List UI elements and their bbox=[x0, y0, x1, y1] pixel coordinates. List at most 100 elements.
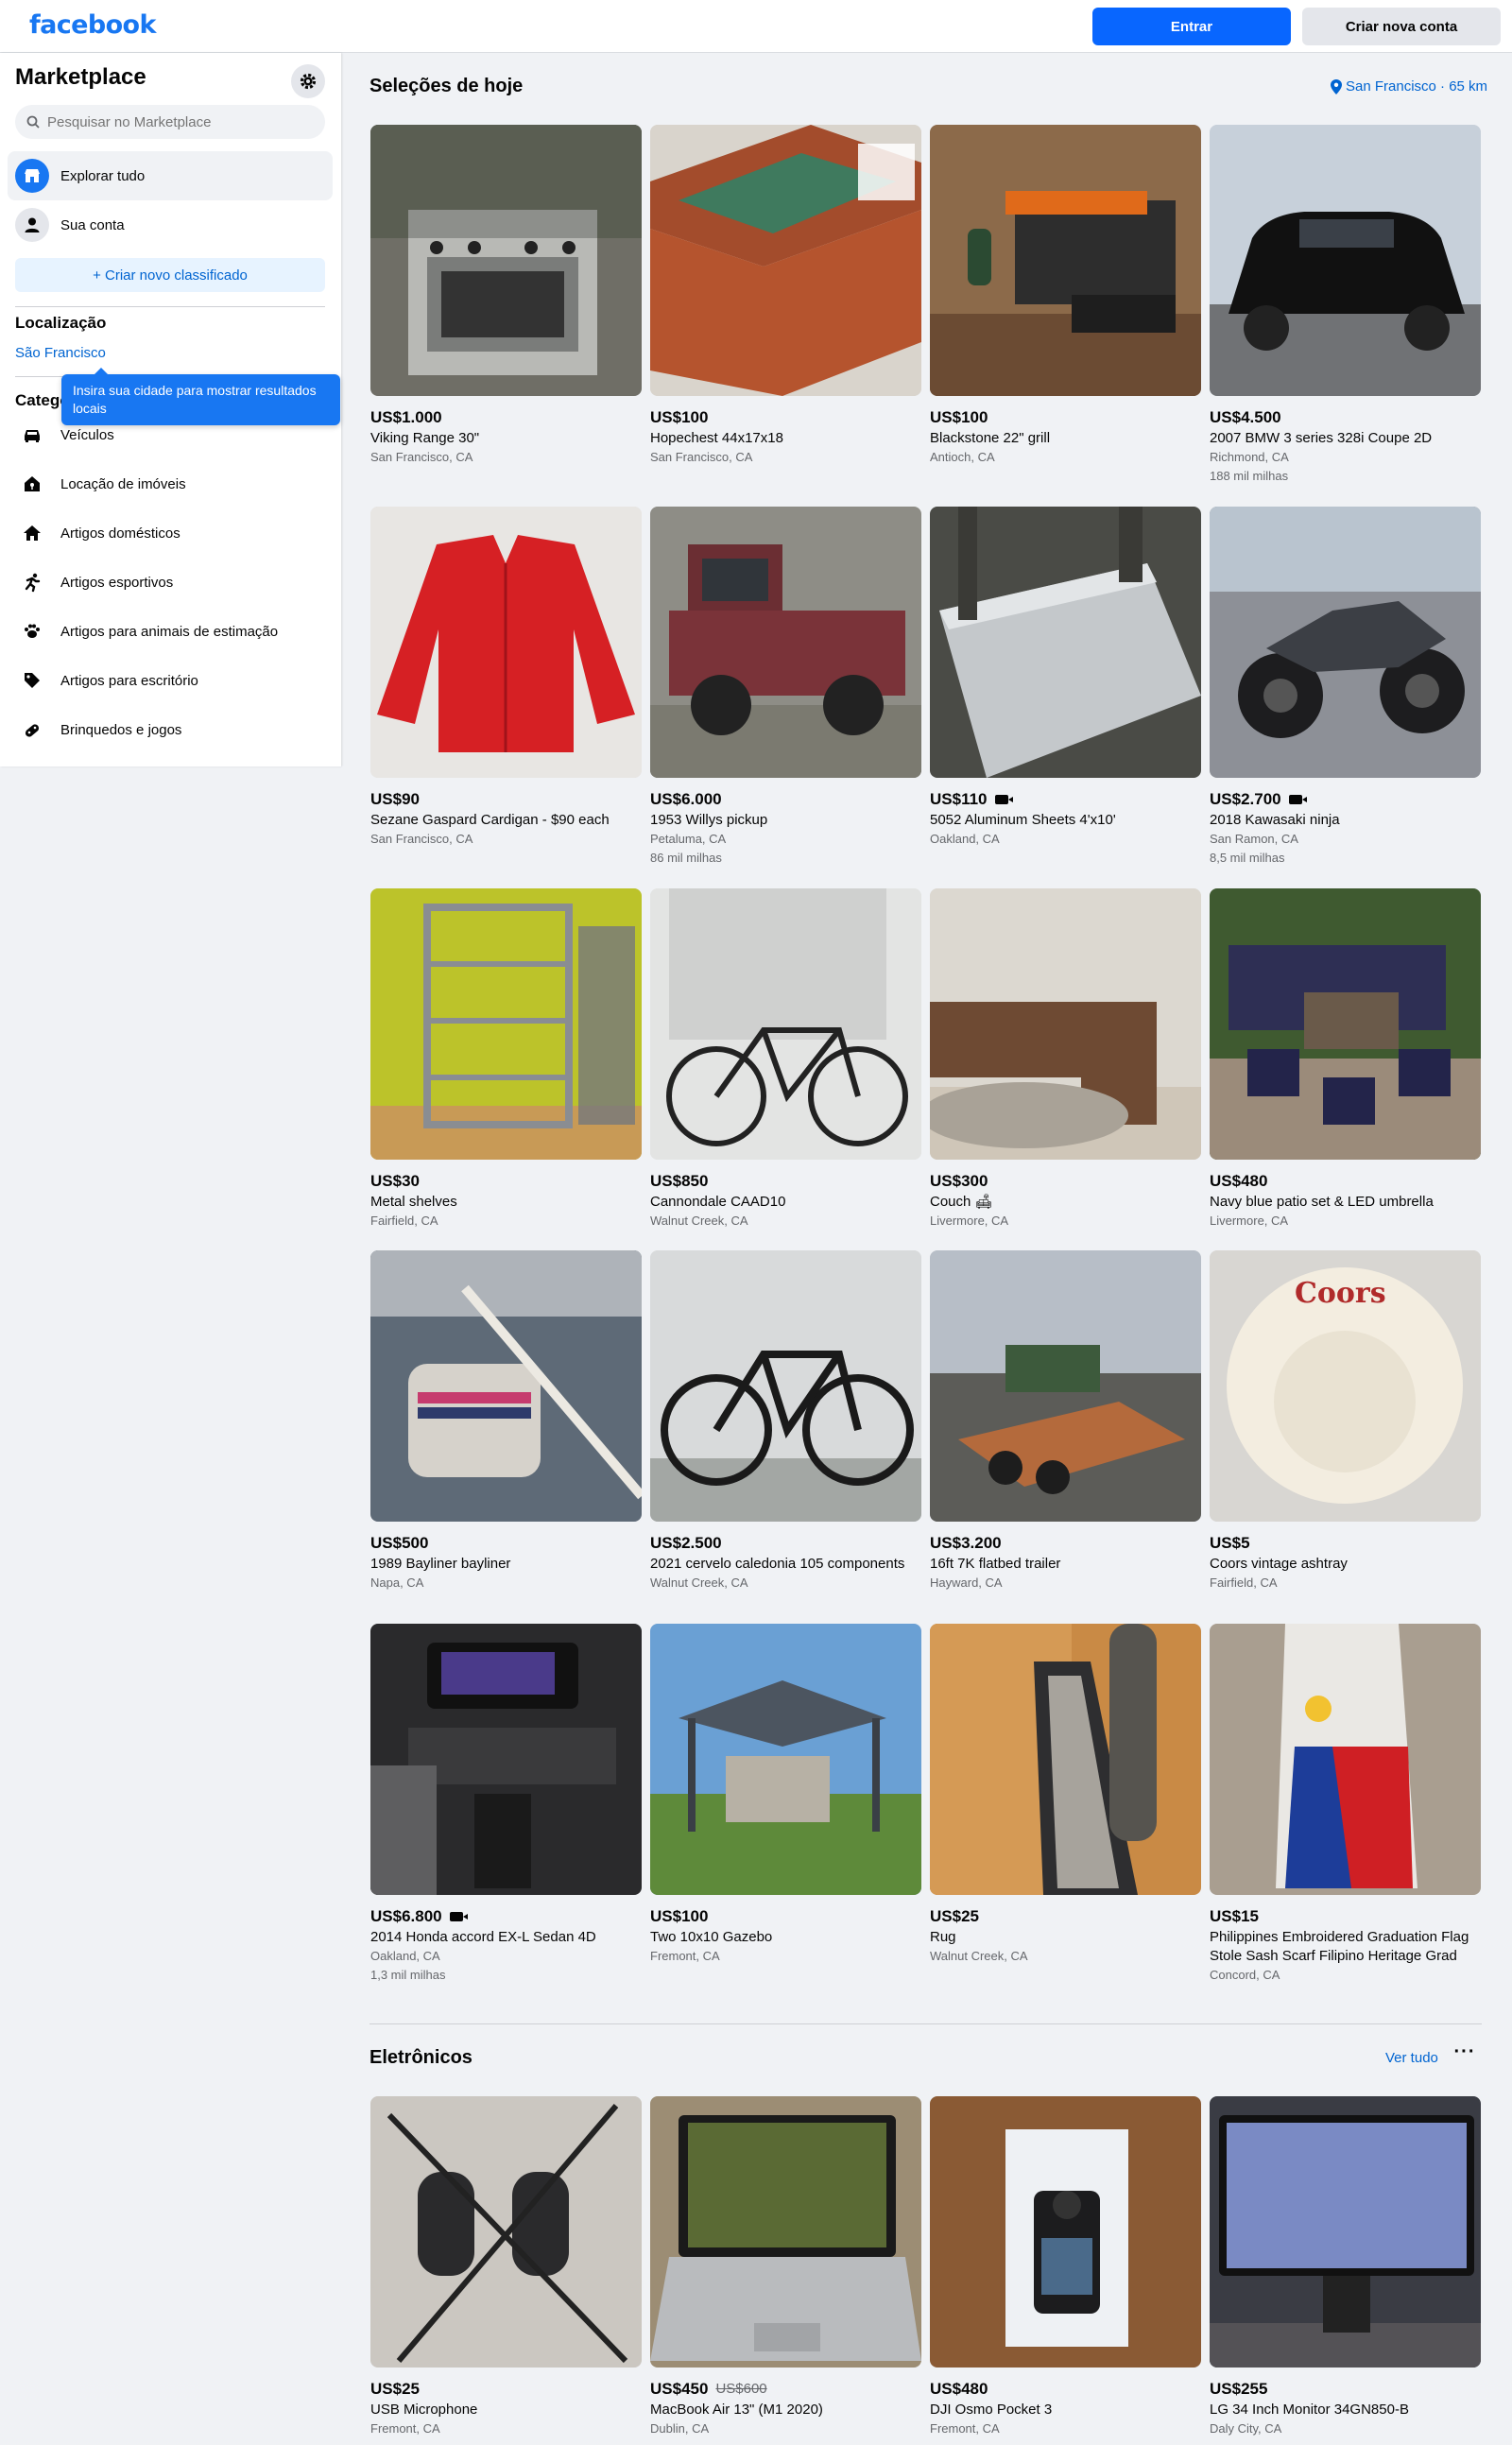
listing-mileage: 188 mil milhas bbox=[1210, 469, 1289, 483]
listing-title: Metal shelves bbox=[370, 1194, 457, 1210]
listing-price: US$100 bbox=[650, 1907, 709, 1925]
listing-title: USB Microphone bbox=[370, 2402, 478, 2418]
login-button[interactable]: Entrar bbox=[1092, 8, 1291, 45]
listing-card[interactable]: US$480 Navy blue patio set & LED umbrell… bbox=[1210, 888, 1481, 1231]
listing-image-shelves bbox=[370, 888, 642, 1160]
category-label: Brinquedos e jogos bbox=[60, 721, 182, 738]
listing-mileage: 86 mil milhas bbox=[650, 851, 722, 865]
listing-title: MacBook Air 13" (M1 2020) bbox=[650, 2402, 823, 2418]
listing-card[interactable]: US$30 Metal shelves Fairfield, CA bbox=[370, 888, 642, 1231]
category-label: Locação de imóveis bbox=[60, 475, 186, 492]
listing-image-aluminum bbox=[930, 507, 1201, 778]
location-title: Localização bbox=[15, 314, 107, 332]
listing-card[interactable]: US$100 Hopechest 44x17x18 San Francisco,… bbox=[650, 125, 921, 467]
listing-card[interactable]: US$300 Couch 🛋 Livermore, CA bbox=[930, 888, 1201, 1231]
listing-title: Hopechest 44x17x18 bbox=[650, 430, 783, 446]
category-rentals[interactable]: Locação de imóveis bbox=[8, 459, 333, 508]
listing-image-trailer bbox=[930, 1250, 1201, 1522]
listing-location: Napa, CA bbox=[370, 1575, 424, 1590]
listing-location: Livermore, CA bbox=[930, 1214, 1009, 1228]
listing-card[interactable]: US$850 Cannondale CAAD10 Walnut Creek, C… bbox=[650, 888, 921, 1231]
listing-card[interactable]: US$25 Rug Walnut Creek, CA bbox=[930, 1624, 1201, 1966]
listing-location: Richmond, CA bbox=[1210, 450, 1289, 464]
listing-price: US$4.500 bbox=[1210, 408, 1281, 426]
listing-image-boat bbox=[370, 1250, 642, 1522]
listing-card[interactable]: US$90 Sezane Gaspard Cardigan - $90 each… bbox=[370, 507, 642, 849]
listing-card[interactable]: US$15 Philippines Embroidered Graduation… bbox=[1210, 1624, 1481, 1985]
listing-card[interactable]: US$255 LG 34 Inch Monitor 34GN850-B Daly… bbox=[1210, 2096, 1481, 2438]
listing-image-honda bbox=[370, 1624, 642, 1895]
location-chip-label: San Francisco · 65 km bbox=[1346, 78, 1488, 95]
listing-card[interactable]: US$450 US$600 MacBook Air 13" (M1 2020) D… bbox=[650, 2096, 921, 2438]
listing-card[interactable]: US$3.200 16ft 7K flatbed trailer Hayward… bbox=[930, 1250, 1201, 1593]
facebook-logo[interactable]: facebook bbox=[29, 10, 156, 40]
listing-price: US$90 bbox=[370, 790, 420, 808]
listing-card[interactable]: Coors US$5 Coors vintage ashtray Fairfie… bbox=[1210, 1250, 1481, 1593]
listing-image-couch bbox=[930, 888, 1201, 1160]
more-options-icon[interactable]: ··· bbox=[1453, 2042, 1476, 2067]
nav-explore-all[interactable]: Explorar tudo bbox=[8, 151, 333, 200]
listing-price: US$500 bbox=[370, 1534, 429, 1552]
listing-card[interactable]: US$1.000 Viking Range 30" San Francisco,… bbox=[370, 125, 642, 467]
location-chip[interactable]: San Francisco · 65 km bbox=[1331, 78, 1487, 95]
section-title-electronics: Eletrônicos bbox=[369, 2047, 472, 2068]
listing-card[interactable]: US$4.500 2007 BMW 3 series 328i Coupe 2D… bbox=[1210, 125, 1481, 486]
category-label: Artigos para escritório bbox=[60, 672, 198, 689]
listing-location: San Francisco, CA bbox=[370, 450, 473, 464]
listing-price: US$5 bbox=[1210, 1534, 1250, 1552]
see-all-link[interactable]: Ver tudo bbox=[1385, 2050, 1438, 2066]
listing-card[interactable]: US$500 1989 Bayliner bayliner Napa, CA bbox=[370, 1250, 642, 1593]
listing-card[interactable]: US$6.800 2014 Honda accord EX-L Sedan 4D… bbox=[370, 1624, 642, 1985]
listing-location: San Ramon, CA bbox=[1210, 832, 1298, 846]
sidebar-title: Marketplace bbox=[15, 64, 146, 90]
listing-image-gazebo bbox=[650, 1624, 921, 1895]
listing-card[interactable]: US$2.500 2021 cervelo caledonia 105 comp… bbox=[650, 1250, 921, 1593]
create-listing-button[interactable]: + Criar novo classificado bbox=[15, 258, 325, 292]
signup-button[interactable]: Criar nova conta bbox=[1302, 8, 1501, 45]
listing-card[interactable]: US$100 Blackstone 22" grill Antioch, CA bbox=[930, 125, 1201, 467]
listing-location: Fairfield, CA bbox=[1210, 1575, 1278, 1590]
listing-location: Antioch, CA bbox=[930, 450, 995, 464]
category-household[interactable]: Artigos domésticos bbox=[8, 508, 333, 558]
settings-button[interactable] bbox=[291, 64, 325, 98]
listing-price: US$480 bbox=[930, 2380, 988, 2398]
listing-location: Dublin, CA bbox=[650, 2421, 710, 2436]
listing-title: Two 10x10 Gazebo bbox=[650, 1929, 773, 1945]
listing-card[interactable]: US$480 DJI Osmo Pocket 3 Fremont, CA bbox=[930, 2096, 1201, 2438]
listing-location: Daly City, CA bbox=[1210, 2421, 1282, 2436]
listing-location: Livermore, CA bbox=[1210, 1214, 1289, 1228]
listing-card[interactable]: US$110 5052 Aluminum Sheets 4'x10' Oakla… bbox=[930, 507, 1201, 849]
listing-location: Fremont, CA bbox=[650, 1949, 720, 1963]
category-pets[interactable]: Artigos para animais de estimação bbox=[8, 607, 333, 656]
listing-location: Walnut Creek, CA bbox=[650, 1214, 748, 1228]
listing-title: Cannondale CAAD10 bbox=[650, 1194, 786, 1210]
listing-card[interactable]: US$25 USB Microphone Fremont, CA bbox=[370, 2096, 642, 2438]
nav-label: Explorar tudo bbox=[60, 167, 146, 184]
listing-title: 5052 Aluminum Sheets 4'x10' bbox=[930, 812, 1116, 828]
listing-location: Walnut Creek, CA bbox=[930, 1949, 1028, 1963]
nav-your-account[interactable]: Sua conta bbox=[8, 200, 333, 250]
listing-image-rug bbox=[930, 1624, 1201, 1895]
listing-price: US$1.000 bbox=[370, 408, 442, 426]
category-toys[interactable]: Brinquedos e jogos bbox=[8, 705, 333, 754]
listing-title: 2007 BMW 3 series 328i Coupe 2D bbox=[1210, 430, 1433, 446]
location-pin-icon bbox=[1331, 78, 1342, 95]
listing-price: US$15 bbox=[1210, 1907, 1259, 1925]
section-divider bbox=[369, 2023, 1482, 2024]
category-office[interactable]: Artigos para escritório bbox=[8, 656, 333, 705]
location-tooltip: Insira sua cidade para mostrar resultado… bbox=[61, 368, 340, 425]
search-box[interactable] bbox=[15, 105, 325, 139]
nav-label: Sua conta bbox=[60, 216, 125, 233]
listing-title: Blackstone 22" grill bbox=[930, 430, 1051, 446]
search-input[interactable] bbox=[47, 113, 312, 130]
location-link[interactable]: São Francisco bbox=[15, 345, 106, 361]
listing-title: DJI Osmo Pocket 3 bbox=[930, 2402, 1053, 2418]
listing-card[interactable]: US$100 Two 10x10 Gazebo Fremont, CA bbox=[650, 1624, 921, 1966]
listing-title: Viking Range 30" bbox=[370, 430, 480, 446]
listing-price: US$480 bbox=[1210, 1172, 1268, 1190]
category-sports[interactable]: Artigos esportivos bbox=[8, 558, 333, 607]
listing-card[interactable]: US$6.000 1953 Willys pickup Petaluma, CA… bbox=[650, 507, 921, 868]
listing-card[interactable]: US$2.700 2018 Kawasaki ninja San Ramon, … bbox=[1210, 507, 1481, 868]
category-label: Veículos bbox=[60, 426, 114, 443]
listing-price: US$25 bbox=[930, 1907, 979, 1925]
